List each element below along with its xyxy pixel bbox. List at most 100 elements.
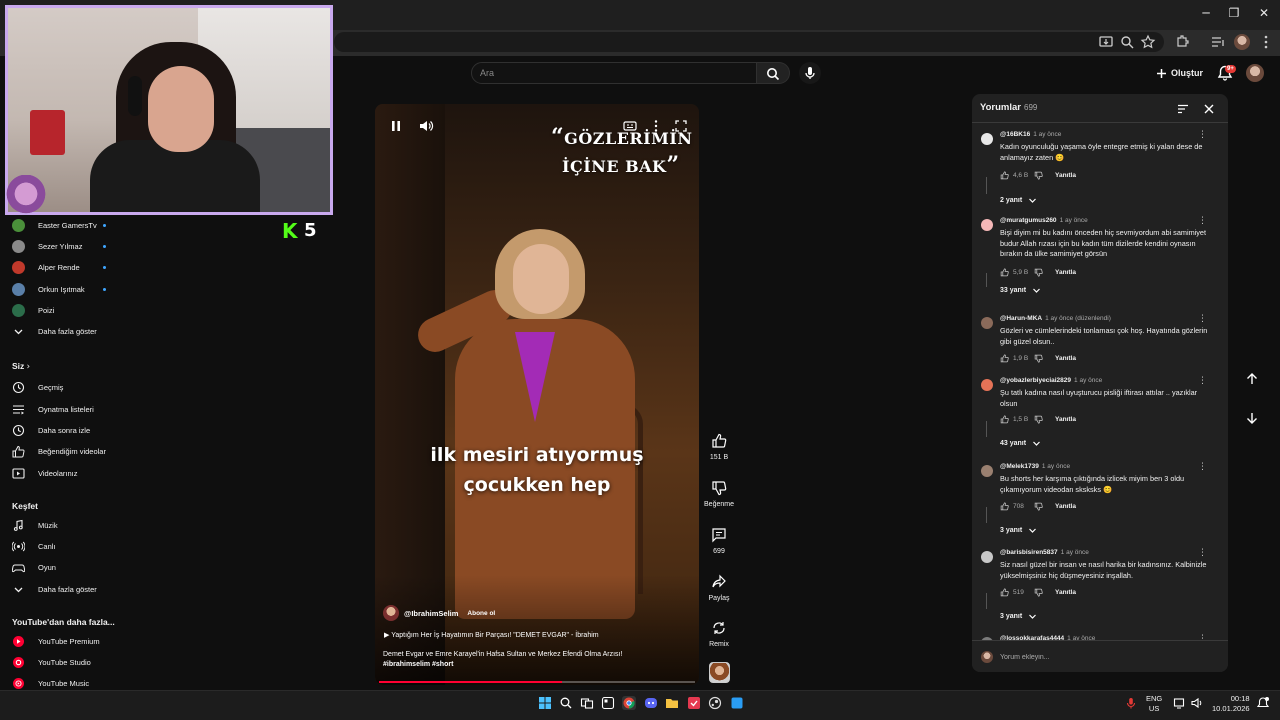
sidebar-channel-alper-rende[interactable]: Alper Rende <box>0 257 120 277</box>
thumbs-up-icon[interactable] <box>1000 588 1009 597</box>
pause-icon[interactable] <box>388 118 404 134</box>
comment-avatar[interactable] <box>981 379 993 391</box>
comment-author[interactable]: @16BK16 <box>1000 131 1030 138</box>
sidebar-item-live[interactable]: Canlı <box>0 536 120 556</box>
browser-menu-icon[interactable] <box>1258 34 1274 50</box>
sidebar-channel-easter-gamerstv[interactable]: Easter GamersTv <box>0 215 120 235</box>
comment-more-icon[interactable]: ⋮ <box>1198 463 1207 473</box>
account-avatar[interactable] <box>1246 64 1264 82</box>
thumbs-down-icon[interactable] <box>1034 588 1043 597</box>
video-playlist-link[interactable]: ▶ Yaptığım Her İş Hayatımın Bir Parçası!… <box>384 631 599 639</box>
volume-tray-icon[interactable] <box>1190 696 1204 710</box>
steam-taskbar-icon[interactable] <box>708 696 722 710</box>
reply-button[interactable]: Yanıtla <box>1055 269 1076 276</box>
comment-avatar[interactable] <box>981 551 993 563</box>
extensions-icon[interactable] <box>1174 34 1190 50</box>
video-hashtags[interactable]: #ibrahimselim #short <box>383 661 453 668</box>
chrome-taskbar-icon[interactable] <box>622 696 636 710</box>
fullscreen-icon[interactable] <box>673 118 689 134</box>
thumbs-down-icon[interactable] <box>1034 268 1043 277</box>
captions-icon[interactable] <box>622 118 638 134</box>
dislike-button[interactable]: Beğenme <box>702 480 736 508</box>
comment-author[interactable]: @Harun-MKA <box>1000 315 1042 322</box>
close-window-icon[interactable]: ✕ <box>1254 6 1274 22</box>
comment-avatar[interactable] <box>981 219 993 231</box>
app-red-taskbar-icon[interactable] <box>687 696 701 710</box>
thumbs-up-icon[interactable] <box>1000 171 1009 180</box>
widgets-icon[interactable] <box>601 696 615 710</box>
notification-center-icon[interactable] <box>1256 696 1270 710</box>
install-app-icon[interactable] <box>1098 34 1114 50</box>
search-input[interactable] <box>471 62 757 84</box>
comments-button[interactable]: 699 <box>702 527 736 555</box>
comment-more-icon[interactable]: ⋮ <box>1198 377 1207 387</box>
comment-avatar[interactable] <box>981 133 993 145</box>
thumbs-up-icon[interactable] <box>1000 415 1009 424</box>
reply-button[interactable]: Yanıtla <box>1055 589 1076 596</box>
sidebar-item-liked-videos[interactable]: Beğendiğim videolar <box>0 441 120 461</box>
thumbs-up-icon[interactable] <box>1000 502 1009 511</box>
sidebar-heading-you[interactable]: Siz › <box>12 361 30 372</box>
thumbs-up-icon[interactable] <box>1000 354 1009 363</box>
zoom-icon[interactable] <box>1119 34 1135 50</box>
view-replies-button[interactable]: 33 yanıt <box>1000 286 1041 295</box>
view-replies-button[interactable]: 3 yanıt <box>1000 526 1037 535</box>
voice-search-button[interactable] <box>799 62 821 84</box>
comment-author[interactable]: @yobazlerbiyeciai2829 <box>1000 377 1071 384</box>
sidebar-item-your-videos[interactable]: Videolarınız <box>0 463 120 483</box>
shorts-video-player[interactable] <box>375 104 699 685</box>
task-view-icon[interactable] <box>580 696 594 710</box>
thumbs-down-icon[interactable] <box>1034 415 1043 424</box>
sidebar-show-more-explore[interactable]: Daha fazla göster <box>0 579 120 599</box>
address-bar[interactable] <box>334 32 1164 52</box>
sidebar-item-history[interactable]: Geçmiş <box>0 377 120 397</box>
comment-more-icon[interactable]: ⋮ <box>1198 217 1207 227</box>
clock[interactable]: 00:18 10.01.2026 <box>1212 694 1250 714</box>
sidebar-item-gaming[interactable]: Oyun <box>0 557 120 577</box>
file-explorer-icon[interactable] <box>665 696 679 710</box>
taskbar-search-icon[interactable] <box>559 696 573 710</box>
thumbs-down-icon[interactable] <box>1034 354 1043 363</box>
search-button[interactable] <box>757 62 790 84</box>
bookmark-star-icon[interactable] <box>1140 34 1156 50</box>
remix-button[interactable]: Remix <box>702 620 736 648</box>
sidebar-item-music[interactable]: Müzik <box>0 515 120 535</box>
view-replies-button[interactable]: 3 yanıt <box>1000 612 1037 621</box>
profile-avatar[interactable] <box>1234 34 1250 50</box>
comment-more-icon[interactable]: ⋮ <box>1198 315 1207 325</box>
discord-taskbar-icon[interactable] <box>644 696 658 710</box>
close-icon[interactable] <box>1202 102 1216 116</box>
sidebar-channel-poizi[interactable]: Poizi <box>0 300 120 320</box>
network-icon[interactable] <box>1173 696 1187 710</box>
windows-start-icon[interactable] <box>538 696 552 710</box>
comment-author[interactable]: @barisbisiren5837 <box>1000 549 1058 556</box>
sort-icon[interactable] <box>1176 102 1190 116</box>
like-button[interactable]: 151 B <box>702 433 736 461</box>
volume-icon[interactable] <box>418 118 434 134</box>
sidebar-item-watch-later[interactable]: Daha sonra izle <box>0 420 120 440</box>
microphone-tray-icon[interactable] <box>1124 696 1138 710</box>
reply-button[interactable]: Yanıtla <box>1055 355 1076 362</box>
restore-icon[interactable]: ❐ <box>1224 6 1244 22</box>
previous-short-arrow-icon[interactable] <box>1244 371 1260 387</box>
thumbs-down-icon[interactable] <box>1034 171 1043 180</box>
next-short-arrow-icon[interactable] <box>1244 410 1260 426</box>
thumbs-up-icon[interactable] <box>1000 268 1009 277</box>
remix-source-thumbnail[interactable] <box>709 662 730 683</box>
sidebar-item-youtube-premium[interactable]: YouTube Premium <box>0 631 120 651</box>
minimize-icon[interactable]: ─ <box>1196 6 1216 22</box>
thumbs-down-icon[interactable] <box>1034 502 1043 511</box>
comment-more-icon[interactable]: ⋮ <box>1198 549 1207 559</box>
sidebar-item-youtube-studio[interactable]: YouTube Studio <box>0 652 120 672</box>
sidebar-show-more-subscriptions[interactable]: Daha fazla göster <box>0 321 120 341</box>
comment-author[interactable]: @muratgumus260 <box>1000 217 1057 224</box>
sidebar-channel-sezer-yilmaz[interactable]: Sezer Yılmaz <box>0 236 120 256</box>
media-control-icon[interactable] <box>1210 34 1226 50</box>
app-blue-taskbar-icon[interactable] <box>730 696 744 710</box>
reply-button[interactable]: Yanıtla <box>1055 503 1076 510</box>
sidebar-channel-orkun-isitmak[interactable]: Orkun Işıtmak <box>0 279 120 299</box>
create-button[interactable]: Oluştur <box>1156 64 1203 82</box>
comment-more-icon[interactable]: ⋮ <box>1198 131 1207 141</box>
comment-avatar[interactable] <box>981 317 993 329</box>
share-button[interactable]: Paylaş <box>702 574 736 602</box>
